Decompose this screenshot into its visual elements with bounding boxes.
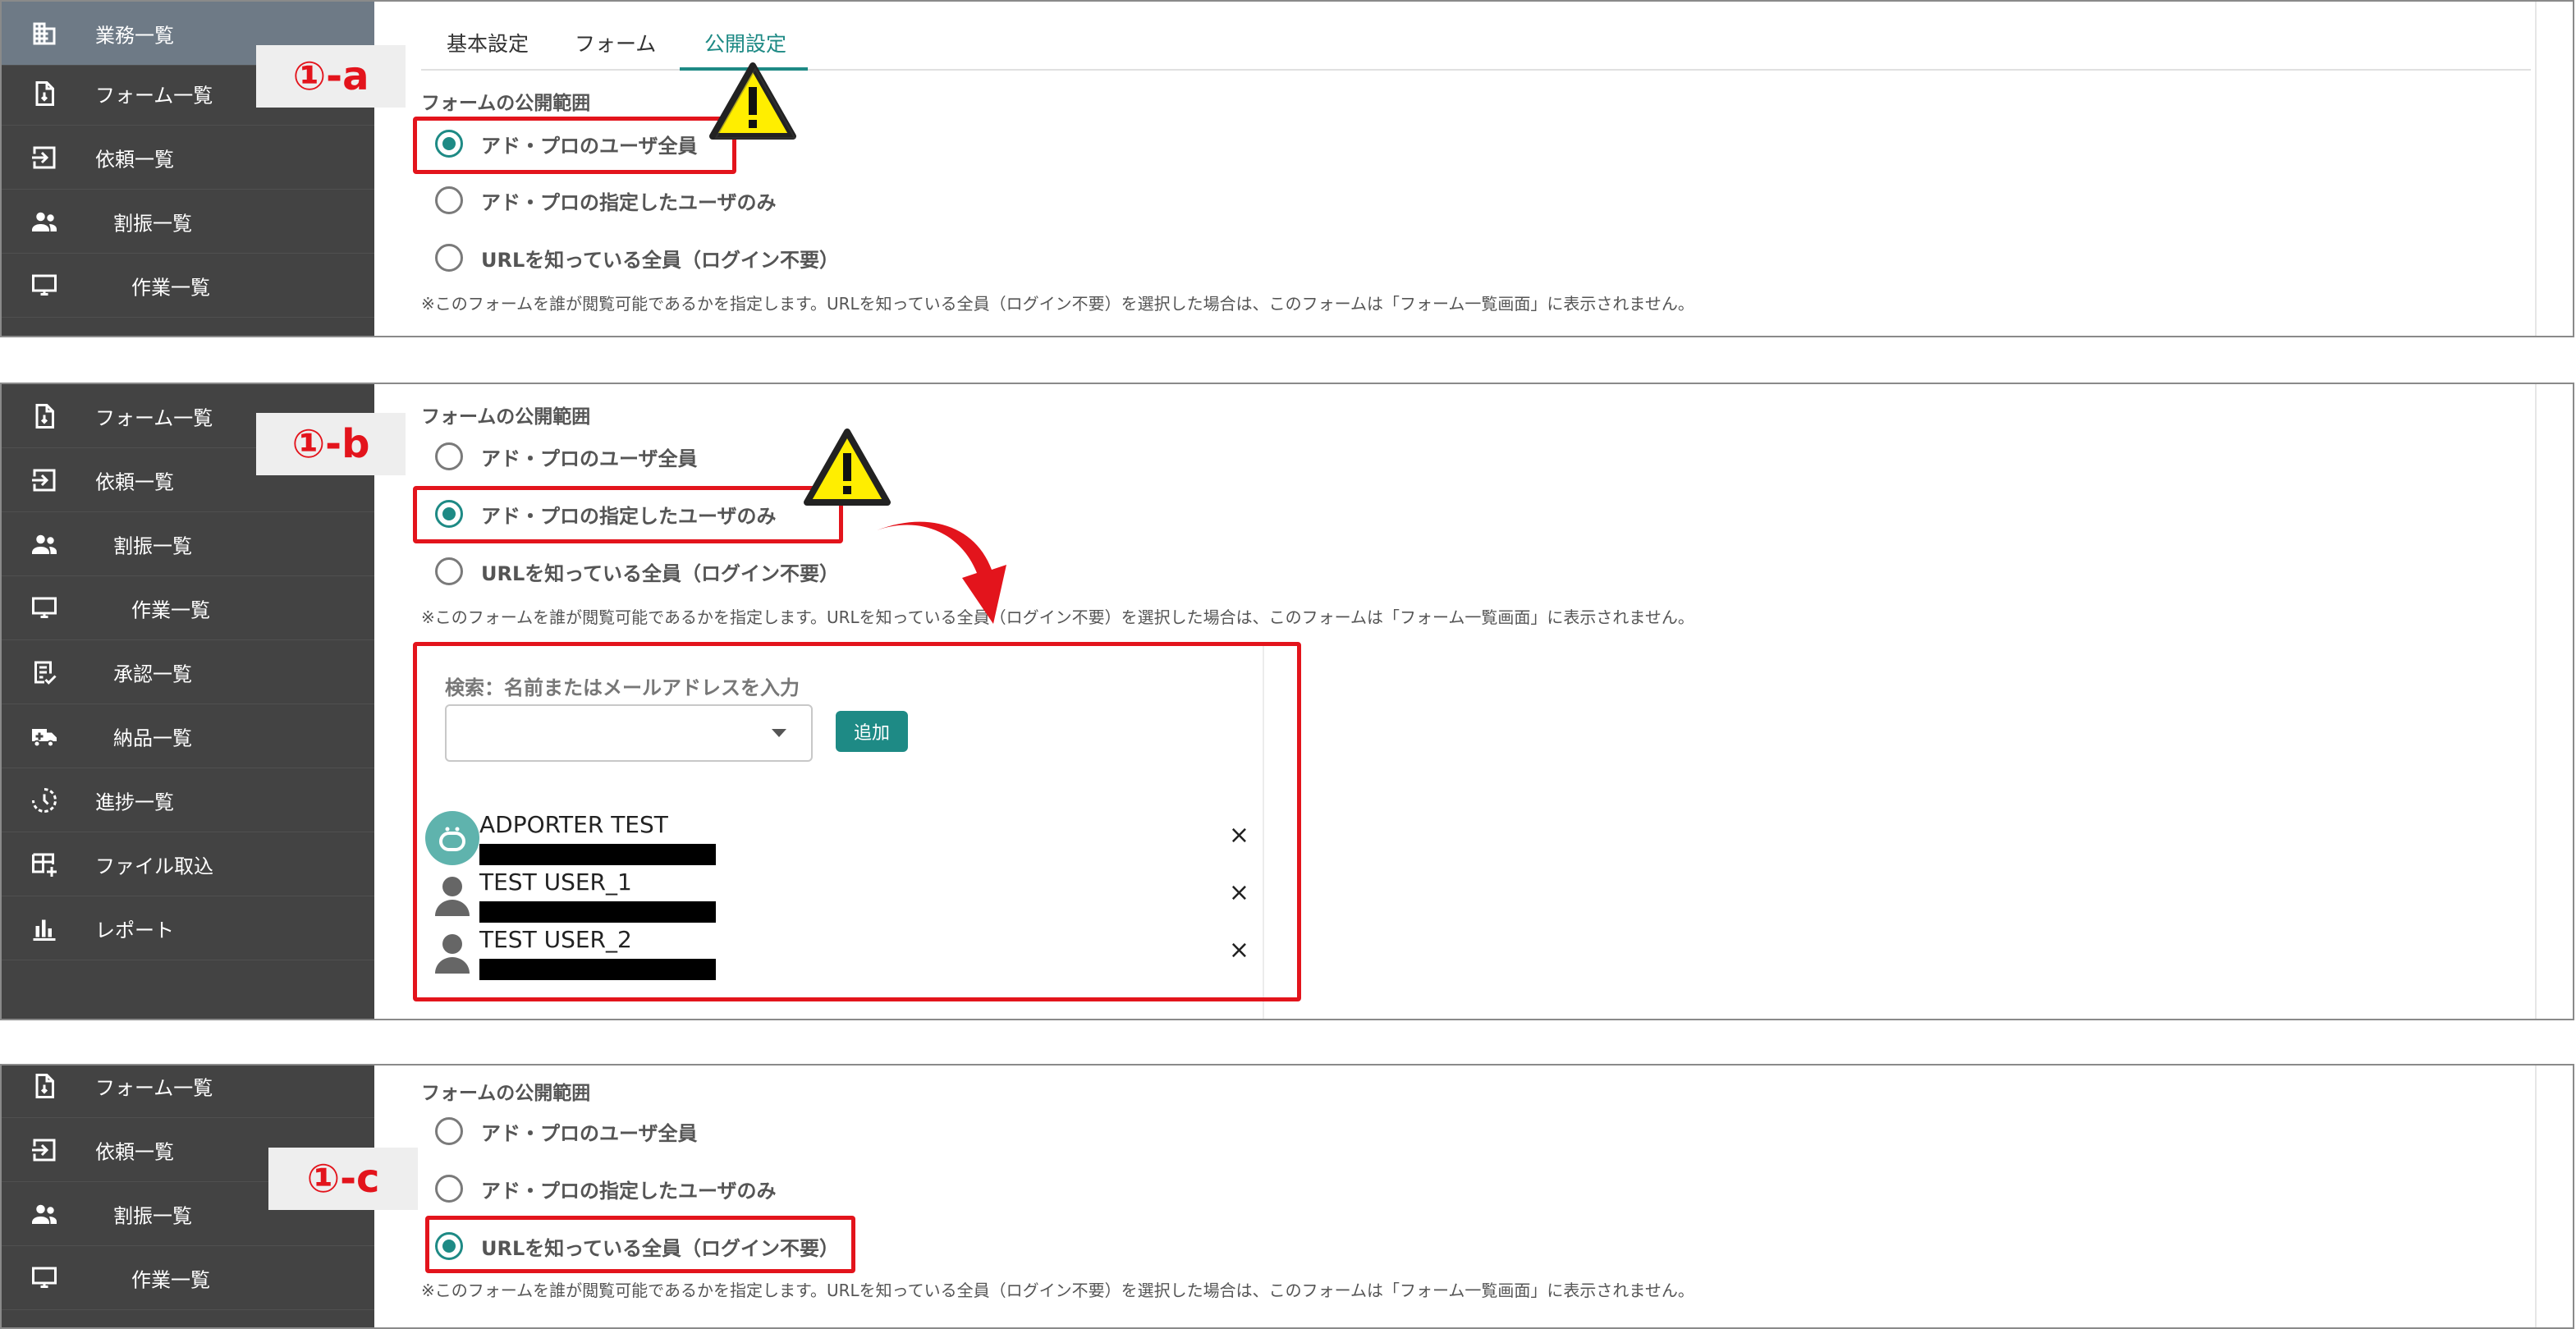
radio-label: URLを知っている全員（ログイン不要） [481,561,840,585]
radio-anyone-with-url[interactable]: URLを知っている全員（ログイン不要） [435,241,839,274]
radio-button[interactable] [435,1175,463,1203]
section-title: フォームの公開範囲 [421,93,591,114]
radio-label: アド・プロの指定したユーザのみ [481,1179,777,1203]
sidebar-item-label: 納品一覧 [113,726,192,749]
highlight-anyone-with-url [425,1216,855,1273]
sidebar-item-label: ファイル取込 [95,855,213,878]
sidebar-item-delivery[interactable]: 納品一覧 [2,704,374,768]
callout-a: ①-a [256,45,406,108]
sidebar-item-label: 依頼一覧 [95,148,174,171]
content-inner-border [2535,1065,2537,1327]
login-arrow-icon [32,1139,56,1161]
sidebar-item-label: 進捗一覧 [95,791,174,813]
truck-icon [32,728,57,747]
radio-specified-users[interactable]: アド・プロの指定したユーザのみ [435,1172,777,1205]
sidebar-item-label: 割振一覧 [113,534,192,557]
people-icon [32,534,57,554]
sidebar-item-label: 作業一覧 [131,276,210,299]
tab-form[interactable]: フォーム [575,28,656,57]
radio-button[interactable] [435,244,463,272]
section-title: フォームの公開範囲 [421,406,591,428]
people-icon [32,212,57,231]
sidebar-item-assign[interactable]: 割振一覧 [2,190,374,254]
tab-publish[interactable]: 公開設定 [704,28,786,57]
content-inner-border [2535,384,2537,1019]
clock-history-icon [32,787,57,813]
sidebar-item-request[interactable]: 依頼一覧 [2,126,374,190]
checklist-icon [34,661,57,685]
radio-all-users[interactable]: アド・プロのユーザ全員 [435,1115,698,1148]
publish-note: ※このフォームを誰が閲覧可能であるかを指定します。URLを知っている全員（ログイ… [421,607,1694,627]
radio-button[interactable] [435,442,463,470]
sidebar-item-work[interactable]: 作業一覧 [2,576,374,640]
radio-specified-users[interactable]: アド・プロの指定したユーザのみ [435,184,777,217]
warning-icon [804,428,891,506]
highlight-specified-users [413,486,843,543]
document-icon [35,1073,54,1098]
login-arrow-icon [32,146,56,168]
sidebar-item-work[interactable]: 作業一覧 [2,1246,374,1310]
sidebar-item-label: 割振一覧 [113,212,192,235]
sidebar-item-label: 依頼一覧 [95,1140,174,1163]
publish-note: ※このフォームを誰が閲覧可能であるかを指定します。URLを知っている全員（ログイ… [421,1281,1694,1300]
radio-button[interactable] [435,1117,463,1145]
sidebar-item-label: フォーム一覧 [95,84,213,107]
highlight-user-picker [413,642,1301,1001]
sidebar-item-label: フォーム一覧 [95,1076,213,1099]
sidebar-item-label: 業務一覧 [95,24,174,47]
monitor-icon [32,274,57,296]
sidebar-item-label: 割振一覧 [113,1204,192,1227]
radio-label: アド・プロの指定したユーザのみ [481,190,777,214]
sidebar-item-work[interactable]: 作業一覧 [2,254,374,318]
sidebar-item-form[interactable]: フォーム一覧 [2,1065,374,1118]
building-icon [33,22,56,44]
sidebar-item-label: フォーム一覧 [95,406,213,429]
monitor-icon [32,597,57,618]
warning-icon [709,62,796,140]
sidebar-item-label: 作業一覧 [131,1268,210,1291]
radio-label: アド・プロのユーザ全員 [481,1121,698,1145]
content-c: フォームの公開範囲 アド・プロのユーザ全員 アド・プロの指定したユーザのみ UR… [376,1065,2573,1327]
people-icon [32,1204,57,1224]
sidebar-item-file-import[interactable]: ファイル取込 [2,832,374,896]
radio-button[interactable] [435,557,463,585]
radio-all-users[interactable]: アド・プロのユーザ全員 [435,440,698,473]
login-arrow-icon [32,469,56,491]
sidebar-item-label: レポート [95,919,174,942]
sidebar-item-report[interactable]: レポート [2,896,374,960]
callout-b: ①-b [256,413,406,475]
table-add-icon [32,853,57,877]
sidebar-item-approval[interactable]: 承認一覧 [2,640,374,704]
content-inner-border [2535,2,2537,336]
bar-chart-icon [33,919,56,941]
sidebar-item-label: 作業一覧 [131,598,210,621]
document-icon [35,403,54,428]
sidebar-item-assign[interactable]: 割振一覧 [2,512,374,576]
section-title: フォームの公開範囲 [421,1083,591,1104]
sidebar-item-label: 承認一覧 [113,662,192,685]
radio-label: URLを知っている全員（ログイン不要） [481,248,840,272]
publish-note: ※このフォームを誰が閲覧可能であるかを指定します。URLを知っている全員（ログイ… [421,294,1694,314]
sidebar-item-label: 依頼一覧 [95,470,174,493]
callout-c: ①-c [268,1148,418,1210]
document-icon [35,80,54,106]
monitor-icon [32,1267,57,1288]
radio-label: アド・プロのユーザ全員 [481,447,698,470]
sidebar-item-progress[interactable]: 進捗一覧 [2,768,374,832]
sidebar: フォーム一覧 依頼一覧 割振一覧 作業一覧 承認一覧 納品一覧 進捗一覧 ファイ… [2,384,374,1019]
tab-basic[interactable]: 基本設定 [447,28,529,57]
curved-arrow-icon [877,521,1006,624]
highlight-all-users [413,117,736,174]
radio-anyone-with-url[interactable]: URLを知っている全員（ログイン不要） [435,555,839,588]
radio-button[interactable] [435,186,463,214]
